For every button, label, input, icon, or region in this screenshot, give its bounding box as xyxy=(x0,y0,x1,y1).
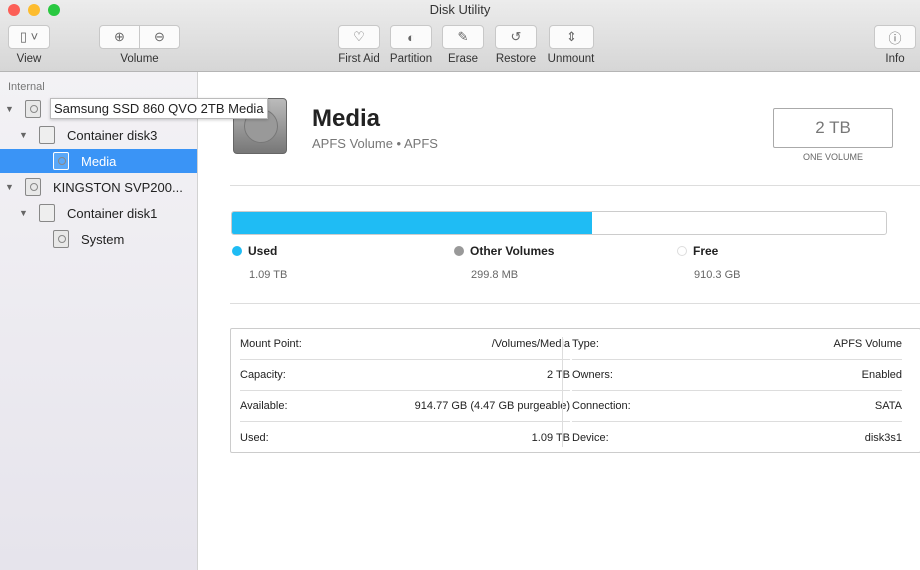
info-row: Mount Point: /Volumes/Media xyxy=(240,329,570,360)
disclosure-triangle-icon[interactable]: ▼ xyxy=(5,182,14,192)
info-row: Device: disk3s1 xyxy=(572,422,902,453)
erase-icon: ✎ xyxy=(457,29,469,44)
legend-other: Other Volumes 299.8 MB xyxy=(454,244,554,281)
info-button[interactable]: ⓘ xyxy=(874,25,916,49)
info-key: Capacity: xyxy=(240,369,286,381)
container-icon xyxy=(39,126,55,144)
info-row: Connection: SATA xyxy=(572,391,902,422)
unmount-button[interactable]: ⇕ xyxy=(549,25,594,49)
sidebar-item-label: Container disk1 xyxy=(67,205,158,221)
sidebar-item-label: Container disk3 xyxy=(67,127,158,143)
info-key: Type: xyxy=(572,338,599,350)
disk-icon xyxy=(25,100,41,118)
volume-name: Media xyxy=(312,105,381,132)
disclosure-triangle-icon[interactable]: ▼ xyxy=(19,208,28,218)
usage-bar xyxy=(231,211,887,235)
volume-icon xyxy=(53,152,69,170)
restore-button[interactable]: ↺ xyxy=(495,25,537,49)
volume-size: 2 TB xyxy=(773,108,893,148)
divider xyxy=(230,185,920,186)
info-row: Type: APFS Volume xyxy=(572,329,902,360)
restore-icon: ↺ xyxy=(510,29,522,44)
remove-volume-icon: ⊖ xyxy=(154,29,165,44)
tooltip: Samsung SSD 860 QVO 2TB Media xyxy=(50,98,268,119)
info-icon: ⓘ xyxy=(888,30,902,46)
window-title: Disk Utility xyxy=(429,2,491,17)
info-key: Mount Point: xyxy=(240,338,302,350)
unmount-label: Unmount xyxy=(547,53,595,65)
other-dot xyxy=(454,246,464,256)
volume-size-label: ONE VOLUME xyxy=(802,152,863,162)
first-aid-label: First Aid xyxy=(338,53,380,65)
sidebar-item-label: System xyxy=(81,231,125,247)
info-key: Available: xyxy=(240,400,288,412)
free-dot xyxy=(677,246,687,256)
disclosure-triangle-icon[interactable]: ▼ xyxy=(19,130,28,140)
volume-subtitle: APFS Volume • APFS xyxy=(312,136,438,151)
remove-volume-button[interactable]: ⊖ xyxy=(139,25,180,49)
first-aid-button[interactable]: ♡ xyxy=(338,25,380,49)
divider xyxy=(230,303,920,304)
sidebar-icon: ▯ ˅ xyxy=(19,29,39,44)
sidebar-item-container-disk1[interactable]: ▼ Container disk1 xyxy=(0,201,197,225)
add-volume-button[interactable]: ⊕ xyxy=(99,25,140,49)
partition-label: Partition xyxy=(389,53,433,65)
unmount-icon: ⇕ xyxy=(566,29,577,44)
container-icon xyxy=(39,204,55,222)
info-key: Owners: xyxy=(572,369,613,381)
info-value: /Volumes/Media xyxy=(491,338,570,350)
info-row: Capacity: 2 TB xyxy=(240,360,570,391)
info-label: Info xyxy=(885,53,905,65)
stethoscope-icon: ♡ xyxy=(353,29,365,44)
legend-used: Used 1.09 TB xyxy=(232,244,287,281)
info-value: 2 TB xyxy=(546,369,570,381)
main-panel: Media APFS Volume • APFS 2 TB ONE VOLUME… xyxy=(199,72,920,570)
view-label: View xyxy=(16,53,42,65)
partition-icon: ◐ xyxy=(407,29,415,45)
sidebar-item-media[interactable]: Media xyxy=(0,149,197,173)
view-button[interactable]: ▯ ˅ xyxy=(8,25,50,49)
info-row: Available: 914.77 GB (4.47 GB purgeable) xyxy=(240,391,570,422)
sidebar-item-kingston[interactable]: ▼ KINGSTON SVP200... xyxy=(0,175,197,199)
info-value: 1.09 TB xyxy=(531,431,570,444)
titlebar: Disk Utility ▯ ˅ View ⊕ ⊖ Volume ♡ First… xyxy=(0,0,920,72)
restore-label: Restore xyxy=(495,53,537,65)
info-row: Owners: Enabled xyxy=(572,360,902,391)
legend-free: Free 910.3 GB xyxy=(677,244,740,281)
info-key: Device: xyxy=(572,431,609,444)
volume-icon xyxy=(53,230,69,248)
usage-bar-used xyxy=(232,212,592,234)
info-value: APFS Volume xyxy=(833,338,902,350)
sidebar-item-system[interactable]: System xyxy=(0,227,197,251)
disclosure-triangle-icon[interactable]: ▼ xyxy=(5,104,14,114)
sidebar-item-container-disk3[interactable]: ▼ Container disk3 xyxy=(0,123,197,147)
erase-button[interactable]: ✎ xyxy=(442,25,484,49)
info-key: Used: xyxy=(240,431,269,444)
sidebar: Internal ▼ ▼ Container disk3 Media ▼ KIN… xyxy=(0,72,198,570)
used-dot xyxy=(232,246,242,256)
sidebar-item-label: Media xyxy=(81,153,117,169)
info-value: 914.77 GB (4.47 GB purgeable) xyxy=(414,400,570,412)
info-value: disk3s1 xyxy=(864,431,902,444)
info-value: SATA xyxy=(874,400,902,412)
erase-label: Erase xyxy=(447,53,479,65)
sidebar-item-label: KINGSTON SVP200... xyxy=(53,179,183,195)
partition-button[interactable]: ◐ xyxy=(390,25,432,49)
volume-label: Volume xyxy=(120,53,159,65)
disk-icon xyxy=(25,178,41,196)
info-value: Enabled xyxy=(861,369,902,381)
add-volume-icon: ⊕ xyxy=(114,29,125,44)
section-internal: Internal xyxy=(8,81,45,93)
info-key: Connection: xyxy=(572,400,631,412)
info-table: Mount Point: /Volumes/Media Capacity: 2 TB A… xyxy=(230,328,920,453)
info-row: Used: 1.09 TB xyxy=(240,422,570,453)
